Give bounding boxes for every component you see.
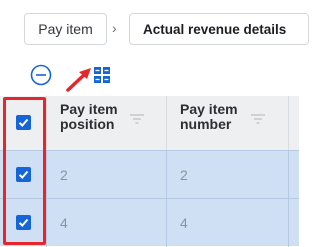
column-header-label: Pay item number xyxy=(180,101,238,132)
table-cell[interactable]: 2 xyxy=(167,151,289,199)
table-row[interactable]: 4 4 xyxy=(0,198,299,247)
breadcrumb-item-actual-revenue-details[interactable]: Actual revenue details xyxy=(129,13,309,45)
breadcrumb-item-label: Actual revenue details xyxy=(143,21,287,37)
header-checkbox-cell xyxy=(0,96,47,150)
column-header-pay-item-position[interactable]: Pay item position xyxy=(47,96,167,150)
table-cell[interactable]: 4 xyxy=(167,199,289,247)
column-header-overflow xyxy=(289,96,299,150)
table-row[interactable]: 2 2 xyxy=(0,150,299,199)
table-cell[interactable]: 4 xyxy=(47,199,167,247)
grid-settings-icon[interactable] xyxy=(93,66,111,84)
filter-icon[interactable] xyxy=(250,112,266,126)
checkmark-icon xyxy=(18,118,29,127)
select-all-checkbox[interactable] xyxy=(16,115,31,130)
chevron-right-icon: › xyxy=(112,20,117,36)
breadcrumb: Pay item › Actual revenue details xyxy=(0,0,309,60)
checkmark-icon xyxy=(18,170,29,179)
row-checkbox-cell xyxy=(0,199,47,247)
breadcrumb-item-label: Pay item xyxy=(38,21,93,37)
table-cell[interactable]: 2 xyxy=(47,151,167,199)
red-arrow-icon xyxy=(66,68,91,92)
row-checkbox-cell xyxy=(0,151,47,199)
checkmark-icon xyxy=(18,218,29,227)
breadcrumb-item-pay-item[interactable]: Pay item xyxy=(24,13,107,45)
row-checkbox[interactable] xyxy=(16,215,31,230)
minus-circle-icon[interactable] xyxy=(30,64,52,86)
data-table: Pay item position Pay item number 2 2 4 … xyxy=(0,96,299,247)
table-header: Pay item position Pay item number xyxy=(0,96,299,150)
filter-icon[interactable] xyxy=(129,112,145,126)
column-header-pay-item-number[interactable]: Pay item number xyxy=(167,96,289,150)
row-checkbox[interactable] xyxy=(16,167,31,182)
column-header-label: Pay item position xyxy=(60,101,118,132)
